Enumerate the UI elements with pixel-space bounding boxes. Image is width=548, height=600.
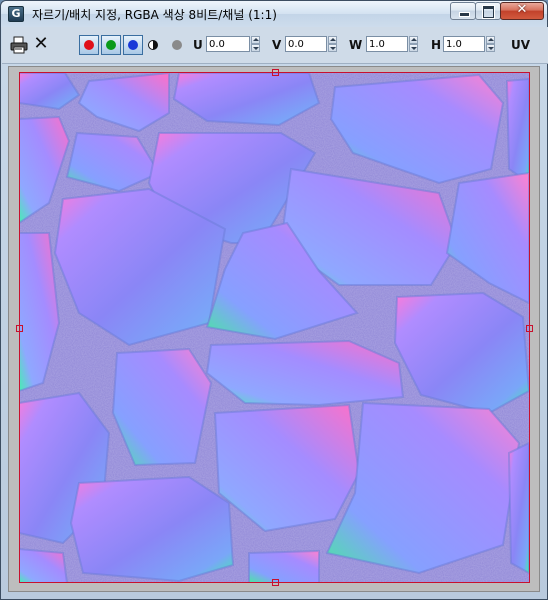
width-field[interactable]: [366, 36, 408, 52]
minimize-button[interactable]: [450, 2, 476, 20]
w-label: W: [349, 38, 363, 52]
v-offset-field[interactable]: [285, 36, 327, 52]
app-icon[interactable]: G: [8, 6, 24, 22]
print-icon[interactable]: [10, 36, 28, 54]
crop-window: G 자르기/배치 지정, RGBA 색상 8비트/채널 (1:1) ✕ ✕ U …: [0, 0, 548, 600]
red-channel-icon: [84, 40, 94, 50]
h-label: H: [431, 38, 442, 52]
width-spinner[interactable]: [409, 36, 418, 52]
u-offset-field[interactable]: [206, 36, 250, 52]
close-button[interactable]: ✕: [500, 2, 544, 20]
normal-map-image[interactable]: [19, 73, 529, 583]
u-offset-spinner[interactable]: [251, 36, 260, 52]
title-bar[interactable]: G 자르기/배치 지정, RGBA 색상 8비트/채널 (1:1) ✕: [1, 1, 547, 27]
maximize-icon: [483, 6, 494, 18]
alpha-channel-icon[interactable]: [148, 40, 158, 50]
maximize-button[interactable]: [475, 2, 501, 20]
height-field[interactable]: [443, 36, 485, 52]
green-channel-button[interactable]: [101, 35, 121, 55]
height-spinner[interactable]: [486, 36, 495, 52]
green-channel-icon: [106, 40, 116, 50]
u-label: U: [193, 38, 203, 52]
uv-toggle[interactable]: UV: [511, 38, 530, 52]
clear-icon[interactable]: ✕: [32, 35, 50, 53]
window-title: 자르기/배치 지정, RGBA 색상 8비트/채널 (1:1): [32, 8, 277, 22]
monochrome-icon[interactable]: [172, 40, 182, 50]
minimize-icon: [459, 12, 470, 17]
v-offset-spinner[interactable]: [328, 36, 337, 52]
blue-channel-icon: [128, 40, 138, 50]
close-icon: ✕: [516, 2, 528, 17]
blue-channel-button[interactable]: [123, 35, 143, 55]
toolbar: ✕ U V W H UV: [2, 27, 548, 64]
red-channel-button[interactable]: [79, 35, 99, 55]
v-label: V: [272, 38, 282, 52]
image-viewport: [8, 66, 540, 592]
